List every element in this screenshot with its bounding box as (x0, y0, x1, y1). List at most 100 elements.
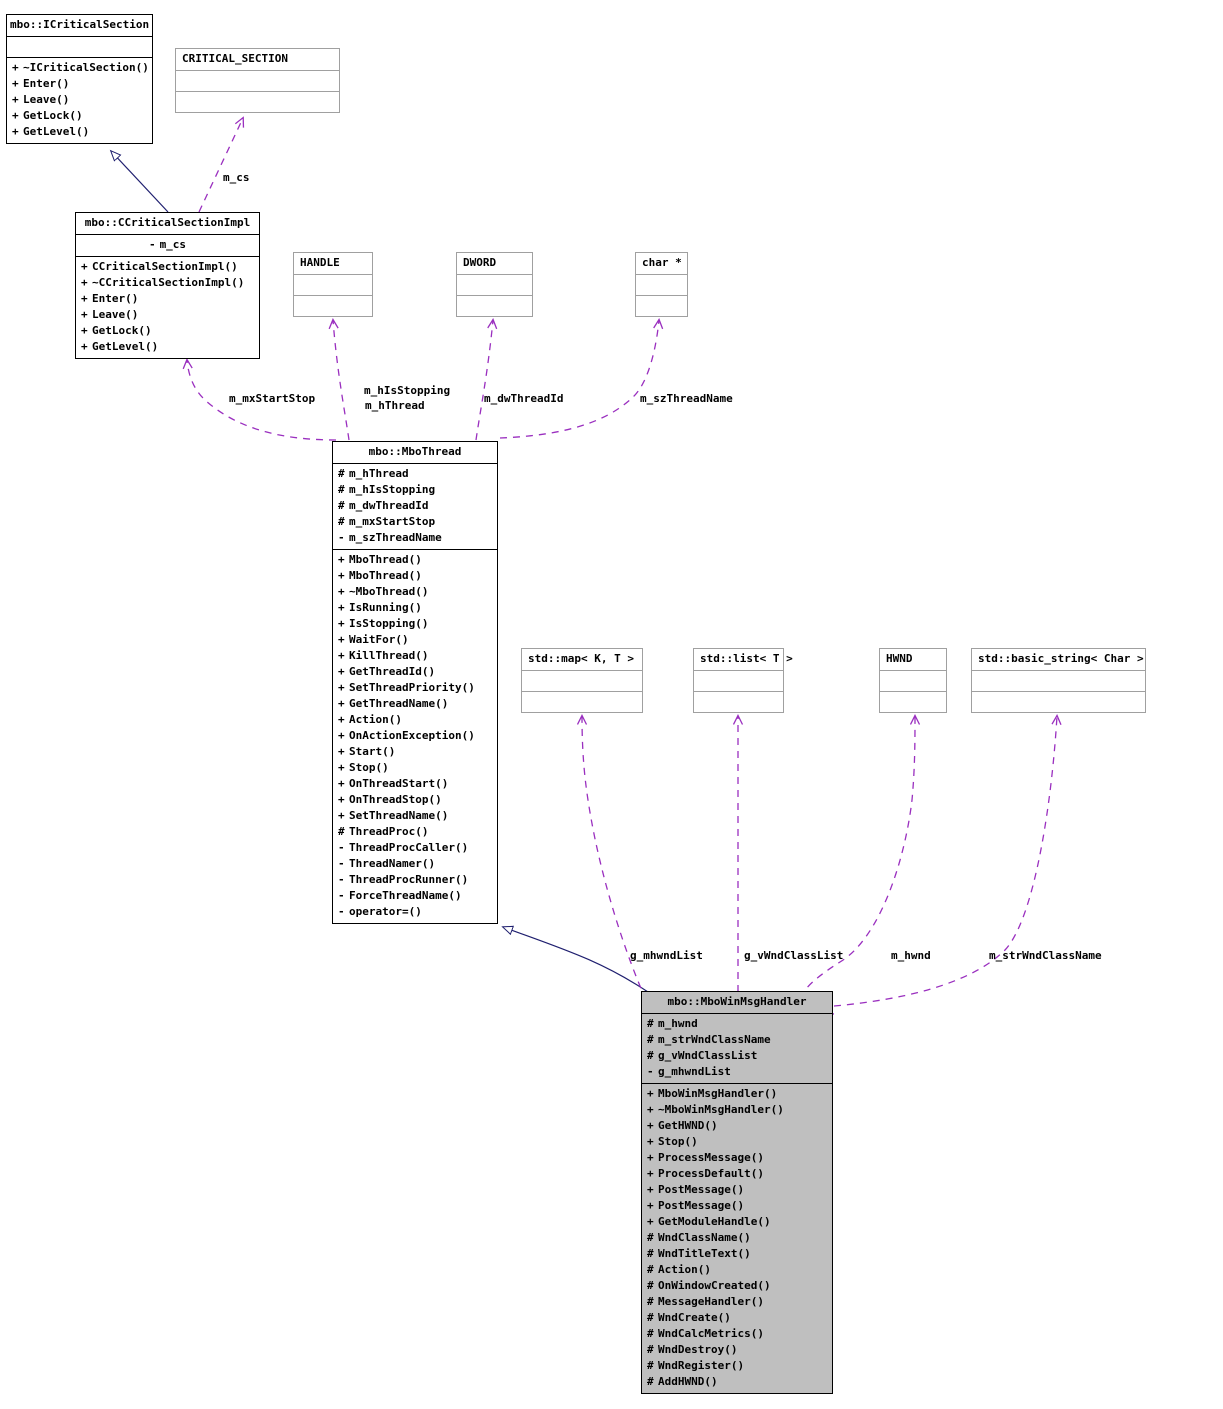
visibility-marker: - (647, 1065, 654, 1078)
class-member: + OnThreadStart() (333, 776, 497, 792)
visibility-marker: # (647, 1263, 654, 1276)
class-member: # MessageHandler() (642, 1294, 832, 1310)
methods-section-char-pointer (636, 296, 687, 316)
visibility-marker: - (338, 905, 345, 918)
attributes-section-dword (457, 275, 532, 295)
class-member: + ProcessDefault() (642, 1166, 832, 1182)
member-label: ~MboThread() (349, 585, 429, 598)
class-member: + GetHWND() (642, 1118, 832, 1134)
methods-section-handle (294, 296, 372, 316)
class-member: # WndCreate() (642, 1310, 832, 1326)
class-box-icriticalsection[interactable]: mbo::ICriticalSection + ~ICriticalSection… (6, 14, 153, 144)
type-title-std-list: std::list< T > (700, 652, 793, 665)
attributes-section-handle (294, 275, 372, 295)
methods-section-critical-section (176, 92, 339, 112)
edge-inheritance-icriticalsection (109, 149, 169, 213)
visibility-marker: + (647, 1151, 654, 1164)
visibility-marker: # (647, 1033, 654, 1046)
visibility-marker: + (12, 93, 19, 106)
member-label: WndCalcMetrics() (658, 1327, 764, 1340)
methods-section-hwnd (880, 692, 946, 712)
visibility-marker: - (338, 857, 345, 870)
class-member: + OnActionException() (333, 728, 497, 744)
methods-section-std-list (694, 692, 783, 712)
member-label: m_dwThreadId (349, 499, 429, 512)
member-label: Leave() (23, 93, 70, 106)
visibility-marker: # (647, 1359, 654, 1372)
class-member: - ForceThreadName() (333, 888, 497, 904)
visibility-marker: # (647, 1375, 654, 1388)
member-label: ThreadProcRunner() (349, 873, 469, 886)
visibility-marker: + (338, 729, 345, 742)
type-box-handle[interactable]: HANDLE (293, 252, 373, 317)
type-box-std-list[interactable]: std::list< T > (693, 648, 793, 713)
type-box-critical-section[interactable]: CRITICAL_SECTION (175, 48, 340, 113)
visibility-marker: - (338, 531, 345, 544)
member-label: Action() (349, 713, 402, 726)
edge-label-g-vwndclasslist: g_vWndClassList (744, 949, 844, 962)
class-box-mbowinmsghandler[interactable]: mbo::MboWinMsgHandler # m_hwnd # m_strWndC… (641, 991, 833, 1394)
class-title-icriticalsection: mbo::ICriticalSection (10, 18, 150, 31)
member-label: ThreadProcCaller() (349, 841, 469, 854)
class-member: + Leave() (7, 92, 152, 108)
visibility-marker: - (338, 841, 345, 854)
visibility-marker: + (647, 1103, 654, 1116)
class-member: + ProcessMessage() (642, 1150, 832, 1166)
edge-label-g-mhwndlist: g_mhwndList (630, 949, 703, 962)
class-member: + CCriticalSectionImpl() (76, 259, 259, 275)
methods-section-dword (457, 296, 532, 316)
member-label: WndRegister() (658, 1359, 745, 1372)
member-label: WndDestroy() (658, 1343, 738, 1356)
visibility-marker: + (338, 681, 345, 694)
type-title-handle: HANDLE (300, 256, 340, 269)
type-box-char-pointer[interactable]: char * (635, 252, 688, 317)
member-label: GetThreadId() (349, 665, 436, 678)
visibility-marker: + (647, 1119, 654, 1132)
class-member: + SetThreadPriority() (333, 680, 497, 696)
member-label: WndClassName() (658, 1231, 751, 1244)
type-title-char-pointer: char * (642, 256, 682, 269)
class-member: # WndClassName() (642, 1230, 832, 1246)
type-box-hwnd[interactable]: HWND (879, 648, 947, 713)
type-title-std-basic-string: std::basic_string< Char > (978, 652, 1144, 665)
class-member: # WndDestroy() (642, 1342, 832, 1358)
visibility-marker: + (647, 1199, 654, 1212)
type-box-dword[interactable]: DWORD (456, 252, 533, 317)
class-member: + GetLevel() (7, 124, 152, 140)
member-label: Leave() (92, 308, 139, 321)
visibility-marker: # (647, 1327, 654, 1340)
member-label: OnThreadStart() (349, 777, 449, 790)
class-member: # WndRegister() (642, 1358, 832, 1374)
class-member: + ~MboWinMsgHandler() (642, 1102, 832, 1118)
member-label: ThreadProc() (349, 825, 429, 838)
type-box-std-map[interactable]: std::map< K, T > (521, 648, 643, 713)
member-label: Stop() (349, 761, 389, 774)
class-member: + ~CCriticalSectionImpl() (76, 275, 259, 291)
member-label: operator=() (349, 905, 422, 918)
member-label: Start() (349, 745, 396, 758)
edge-label-m-cs: m_cs (223, 171, 250, 184)
member-label: MessageHandler() (658, 1295, 764, 1308)
edge-label-m-strwndclassname: m_strWndClassName (989, 949, 1102, 962)
member-label: IsRunning() (349, 601, 422, 614)
member-label: CCriticalSectionImpl() (92, 260, 238, 273)
class-member: - m_cs (76, 237, 259, 253)
type-title-critical-section: CRITICAL_SECTION (182, 52, 288, 65)
class-member: + GetLock() (76, 323, 259, 339)
visibility-marker: # (647, 1049, 654, 1062)
type-box-std-basic-string[interactable]: std::basic_string< Char > (971, 648, 1146, 713)
visibility-marker: + (338, 761, 345, 774)
class-member: # m_strWndClassName (642, 1032, 832, 1048)
attributes-section-icriticalsection (7, 37, 152, 57)
class-member: + GetLevel() (76, 339, 259, 355)
member-label: GetLock() (92, 324, 152, 337)
attributes-section-std-basic-string (972, 671, 1145, 691)
member-label: GetLevel() (92, 340, 159, 353)
visibility-marker: + (81, 340, 88, 353)
attributes-section-mbowinmsghandler: # m_hwnd # m_strWndClassName # g_vWndClassL… (642, 1014, 832, 1083)
class-box-mbothread[interactable]: mbo::MboThread # m_hThread # m_hIsStopping… (332, 441, 498, 924)
member-label: ~ICriticalSection() (23, 61, 149, 74)
visibility-marker: + (338, 601, 345, 614)
edge-label-m-hwnd: m_hwnd (891, 949, 931, 962)
class-box-ccriticalsectionimpl[interactable]: mbo::CCriticalSectionImpl - m_cs + CCritic… (75, 212, 260, 359)
